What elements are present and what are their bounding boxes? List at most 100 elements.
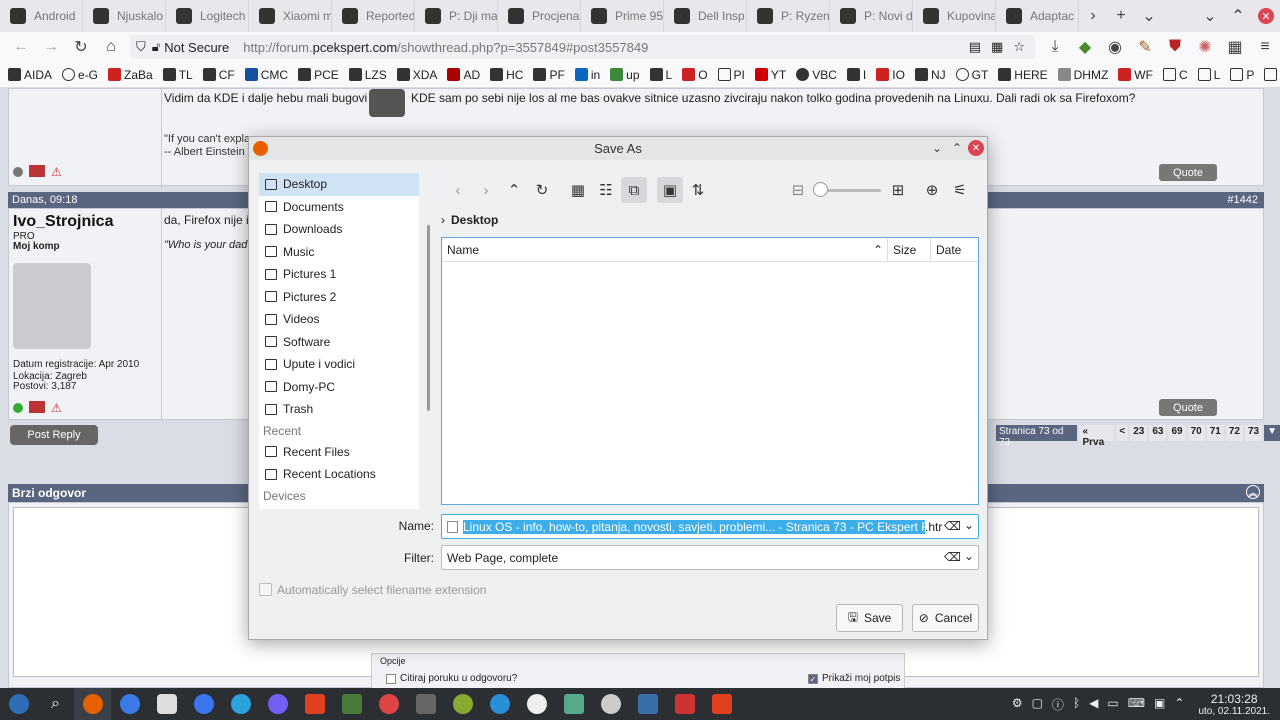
bookmark[interactable]: AD: [447, 68, 480, 82]
post-number[interactable]: #1442: [1227, 194, 1258, 206]
tab-scroll-right-icon[interactable]: ›: [1079, 0, 1107, 32]
minimize-icon[interactable]: ⌄: [1196, 0, 1224, 32]
place-domy-pc[interactable]: Domy-PC: [259, 376, 419, 399]
app-launcher-icon[interactable]: [0, 688, 37, 720]
new-tab-icon[interactable]: +: [1107, 0, 1135, 32]
dialog-maximize-icon[interactable]: ⌃: [949, 140, 965, 156]
reload-icon[interactable]: ↻: [529, 177, 555, 203]
preview-icon[interactable]: ▣: [657, 177, 683, 203]
clear-icon[interactable]: ⌫: [944, 550, 961, 564]
bookmark[interactable]: ZaBa: [108, 68, 153, 82]
report-icon[interactable]: ⚠: [51, 165, 62, 179]
browser-tab[interactable]: Android: [0, 0, 83, 32]
chromium-task-icon[interactable]: [111, 688, 148, 720]
quote-button[interactable]: Quote: [1159, 164, 1217, 181]
place-pictures-1[interactable]: Pictures 1: [259, 263, 419, 286]
tree-view-icon[interactable]: ⧉: [621, 177, 647, 203]
cite-checkbox[interactable]: [386, 674, 396, 684]
place-upute[interactable]: Upute i vodici: [259, 353, 419, 376]
tray-expand-icon[interactable]: ⌃: [1174, 696, 1184, 713]
signal-task-icon[interactable]: [185, 688, 222, 720]
place-documents[interactable]: Documents: [259, 196, 419, 219]
battery-icon[interactable]: ▭: [1107, 696, 1118, 713]
keyboard-icon[interactable]: ⌨: [1128, 696, 1145, 713]
page-link[interactable]: 72: [1225, 425, 1243, 441]
bookmark[interactable]: LZS: [348, 68, 387, 82]
post-reply-button[interactable]: Post Reply: [10, 425, 98, 445]
dialog-close-icon[interactable]: ✕: [968, 140, 984, 156]
extension-icon[interactable]: ✎: [1130, 32, 1160, 62]
downloads-icon[interactable]: ⤓: [1040, 32, 1070, 62]
browser-tab[interactable]: Reported: [332, 0, 415, 32]
app-task-icon[interactable]: [592, 688, 629, 720]
bookmark[interactable]: IO: [876, 68, 905, 82]
page-link[interactable]: 70: [1187, 425, 1205, 441]
bookmark[interactable]: up: [610, 68, 640, 82]
mail-task-icon[interactable]: [148, 688, 185, 720]
filename-input[interactable]: Linux OS - info, how-to, pitanja, novost…: [441, 514, 979, 539]
place-recent-locations[interactable]: Recent Locations: [259, 463, 419, 486]
cancel-button[interactable]: ⊘ Cancel: [912, 604, 979, 632]
bookmark-folder[interactable]: L: [1197, 68, 1220, 82]
bookmark[interactable]: DHMZ: [1057, 68, 1108, 82]
notifications-icon[interactable]: ⓘ: [1052, 696, 1064, 713]
bookmark[interactable]: HERE: [998, 68, 1048, 82]
column-date[interactable]: Date: [931, 238, 978, 261]
place-recent-files[interactable]: Recent Files: [259, 441, 419, 464]
bookmark[interactable]: L: [649, 68, 672, 82]
extension-icon[interactable]: ⛊: [1160, 32, 1190, 62]
browser-tab[interactable]: P: Dji ma: [415, 0, 498, 32]
bookmark[interactable]: e-G: [62, 68, 98, 82]
bookmark-folder[interactable]: P: [1230, 68, 1254, 82]
clear-icon[interactable]: ⌫: [944, 519, 961, 533]
page-menu-icon[interactable]: ▼: [1264, 425, 1280, 441]
place-downloads[interactable]: Downloads: [259, 218, 419, 241]
page-link[interactable]: « Prva: [1079, 425, 1115, 448]
archive-task-icon[interactable]: [407, 688, 444, 720]
home-icon[interactable]: ⌂: [96, 32, 126, 62]
double-commander-task-icon[interactable]: [666, 688, 703, 720]
maximize-icon[interactable]: ⌃: [1224, 0, 1252, 32]
clipboard-icon[interactable]: ▢: [1032, 696, 1043, 713]
rep-icon[interactable]: [29, 165, 45, 177]
bookmark[interactable]: PF: [533, 68, 565, 82]
place-videos[interactable]: Videos: [259, 308, 419, 331]
column-size[interactable]: Size: [888, 238, 931, 261]
page-link[interactable]: 73: [1244, 425, 1263, 441]
zoom-slider-handle[interactable]: [813, 182, 828, 197]
downloader-task-icon[interactable]: [296, 688, 333, 720]
place-software[interactable]: Software: [259, 331, 419, 354]
browser-tab[interactable]: Logitech: [166, 0, 249, 32]
new-folder-icon[interactable]: ⊕: [919, 177, 945, 203]
terminal-task-icon[interactable]: [333, 688, 370, 720]
quote-button[interactable]: Quote: [1159, 399, 1217, 416]
breadcrumb[interactable]: › Desktop: [441, 213, 498, 227]
bookmark[interactable]: CF: [202, 68, 235, 82]
my-computer-link[interactable]: Moj komp: [13, 241, 60, 252]
reload-icon[interactable]: ↻: [66, 32, 96, 62]
filter-select[interactable]: Web Page, complete ⌫ ⌄: [441, 545, 979, 570]
downloader-task-icon[interactable]: [703, 688, 740, 720]
extension-icon[interactable]: ▦: [1220, 32, 1250, 62]
close-window-icon[interactable]: ✕: [1252, 0, 1280, 32]
post-username[interactable]: Ivo_Strojnica: [13, 213, 113, 231]
browser-tab[interactable]: Prime 95: [581, 0, 664, 32]
back-icon[interactable]: ‹: [445, 177, 471, 203]
browser-tab[interactable]: Xiaomi m: [249, 0, 332, 32]
zoom-out-icon[interactable]: ⊟: [785, 177, 811, 203]
url-bar[interactable]: ⛉ 🔓︎ Not Secure http://forum. pcekspert.c…: [130, 35, 1035, 59]
network-icon[interactable]: ▣: [1154, 696, 1165, 713]
place-desktop[interactable]: Desktop: [259, 173, 419, 196]
chevron-down-icon[interactable]: ⌄: [964, 549, 974, 563]
settings-task-icon[interactable]: [370, 688, 407, 720]
save-button[interactable]: 🖫︎ Save: [836, 604, 903, 632]
bookmark-folder[interactable]: H: [1264, 68, 1280, 82]
bookmark[interactable]: VBC: [796, 68, 837, 82]
extensions-grid-icon[interactable]: ▦: [991, 39, 1003, 55]
page-link[interactable]: 63: [1149, 425, 1167, 441]
browser-tab[interactable]: Procjena: [498, 0, 581, 32]
bookmark[interactable]: PI: [717, 68, 745, 82]
app-task-icon[interactable]: [629, 688, 666, 720]
browser-tab[interactable]: Adaptac: [996, 0, 1079, 32]
search-icon[interactable]: ⌕: [37, 688, 74, 720]
